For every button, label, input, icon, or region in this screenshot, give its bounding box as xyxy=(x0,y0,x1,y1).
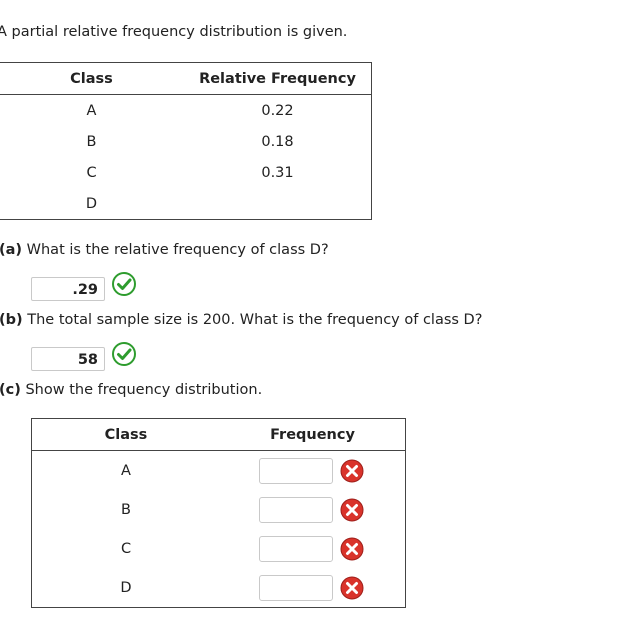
question-a: (a) What is the relative frequency of cl… xyxy=(0,242,329,258)
question-c: (c) Show the frequency distribution. xyxy=(0,382,262,398)
frequency-input-d[interactable] xyxy=(259,575,333,601)
table-row: D xyxy=(0,188,372,220)
frequency-input-c[interactable] xyxy=(259,536,333,562)
question-b: (b) The total sample size is 200. What i… xyxy=(0,312,482,328)
intro-text: A partial relative frequency distributio… xyxy=(0,24,348,40)
class-cell: D xyxy=(120,579,132,596)
class-cell: B xyxy=(86,133,97,150)
table-row: A 0.22 xyxy=(0,95,372,127)
relative-frequency-table: Class Relative Frequency A 0.22 B 0.18 C… xyxy=(0,62,372,220)
relative-frequency-cell xyxy=(184,188,372,220)
answer-a-input[interactable]: .29 xyxy=(31,277,105,301)
frequency-input-a[interactable] xyxy=(259,458,333,484)
x-circle-icon xyxy=(340,576,364,600)
table-row: B xyxy=(32,490,406,529)
class-cell: A xyxy=(121,462,131,479)
question-b-label: (b) xyxy=(0,312,23,328)
table-header-row: Class Frequency xyxy=(31,418,406,451)
answer-b-input[interactable]: 58 xyxy=(31,347,105,371)
question-c-text: Show the frequency distribution. xyxy=(25,382,263,398)
column-header-frequency: Frequency xyxy=(220,418,406,451)
frequency-table: Class Frequency A B C D xyxy=(31,418,406,608)
check-circle-icon xyxy=(112,272,136,296)
x-circle-icon xyxy=(340,537,364,561)
class-cell: C xyxy=(86,164,97,181)
relative-frequency-cell: 0.22 xyxy=(261,102,294,119)
relative-frequency-cell: 0.31 xyxy=(261,164,294,181)
class-cell: A xyxy=(86,102,97,119)
table-row: C xyxy=(32,529,406,568)
column-header-relative-frequency: Relative Frequency xyxy=(184,62,372,95)
x-circle-icon xyxy=(340,459,364,483)
question-b-text: The total sample size is 200. What is th… xyxy=(27,312,483,328)
question-a-text: What is the relative frequency of class … xyxy=(26,242,329,258)
relative-frequency-cell: 0.18 xyxy=(261,133,294,150)
table-row: A xyxy=(32,451,406,491)
question-c-label: (c) xyxy=(0,382,21,398)
table-row: B 0.18 xyxy=(0,126,372,157)
table-row: C 0.31 xyxy=(0,157,372,188)
class-cell: B xyxy=(121,501,131,518)
table-row: D xyxy=(32,568,406,608)
check-circle-icon xyxy=(112,342,136,366)
table-header-row: Class Relative Frequency xyxy=(0,62,372,95)
column-header-class: Class xyxy=(31,418,220,451)
frequency-input-b[interactable] xyxy=(259,497,333,523)
class-cell: D xyxy=(85,195,98,212)
x-circle-icon xyxy=(340,498,364,522)
question-a-label: (a) xyxy=(0,242,23,258)
class-cell: C xyxy=(120,540,132,557)
column-header-class: Class xyxy=(0,62,184,95)
